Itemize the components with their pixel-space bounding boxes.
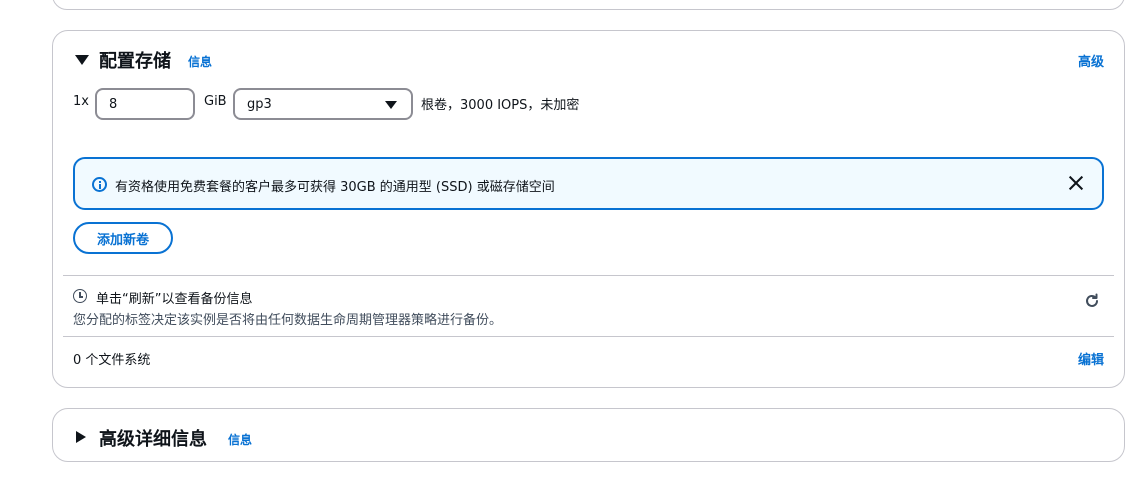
storage-info-link[interactable]: 信息 xyxy=(188,53,212,70)
alert-text: 有资格使用免费套餐的客户最多可获得 30GB 的通用型 (SSD) 或磁存储空间 xyxy=(115,180,555,195)
caret-down-icon xyxy=(385,101,397,109)
expand-caret-icon[interactable] xyxy=(76,431,86,443)
divider xyxy=(63,275,1114,276)
backup-description: 您分配的标签决定该实例是否将由任何数据生命周期管理器策略进行备份。 xyxy=(73,313,503,328)
advanced-info-link[interactable]: 信息 xyxy=(228,431,252,448)
configure-storage-panel: 配置存储 信息 高级 1x 8 GiB gp3 根卷，3000 IOPS，未加密… xyxy=(52,30,1125,388)
info-icon xyxy=(92,177,107,192)
storage-title[interactable]: 配置存储 xyxy=(99,47,171,73)
close-icon[interactable] xyxy=(1068,175,1084,191)
advanced-details-title[interactable]: 高级详细信息 xyxy=(99,425,207,451)
free-tier-alert: 有资格使用免费套餐的客户最多可获得 30GB 的通用型 (SSD) 或磁存储空间 xyxy=(73,157,1104,210)
volume-description: 根卷，3000 IOPS，未加密 xyxy=(421,98,580,113)
advanced-link[interactable]: 高级 xyxy=(1078,51,1104,70)
volume-unit: GiB xyxy=(204,94,227,109)
edit-link[interactable]: 编辑 xyxy=(1078,349,1104,368)
clock-icon xyxy=(73,289,87,303)
volume-type-value: gp3 xyxy=(247,96,272,112)
volume-type-select[interactable]: gp3 xyxy=(233,88,413,120)
backup-title: 单击“刷新”以查看备份信息 xyxy=(96,292,253,307)
volume-size-value: 8 xyxy=(109,96,118,112)
volume-size-input[interactable]: 8 xyxy=(95,88,195,120)
advanced-details-panel[interactable]: 高级详细信息 信息 xyxy=(52,408,1125,462)
divider xyxy=(63,336,1114,337)
previous-panel xyxy=(52,0,1125,10)
file-systems-label: 0 个文件系统 xyxy=(73,353,151,368)
add-volume-button[interactable]: 添加新卷 xyxy=(73,222,173,254)
collapse-caret-icon[interactable] xyxy=(75,55,89,65)
refresh-icon[interactable] xyxy=(1084,293,1100,309)
volume-multiplier: 1x xyxy=(73,94,89,109)
